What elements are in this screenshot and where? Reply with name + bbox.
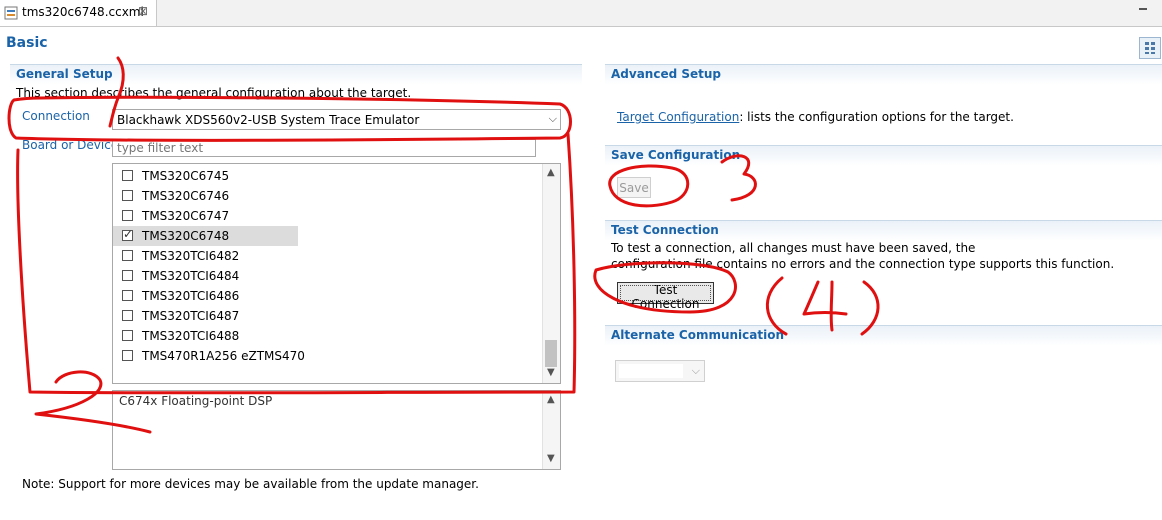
alternate-communication-select[interactable]: ⌵ bbox=[615, 360, 705, 382]
alternate-communication-title: Alternate Communication bbox=[611, 328, 784, 342]
device-checkbox[interactable] bbox=[122, 290, 133, 301]
editor-tab[interactable]: tms320c6748.ccxml ⊠ bbox=[0, 0, 157, 26]
device-label: TMS320TCI6487 bbox=[142, 309, 240, 323]
target-configuration-link[interactable]: Target Configuration bbox=[617, 110, 739, 124]
layout-toggle-button[interactable] bbox=[1139, 37, 1161, 59]
target-configuration-suffix: : lists the configuration options for th… bbox=[739, 110, 1014, 124]
device-support-note: Note: Support for more devices may be av… bbox=[22, 477, 479, 491]
description-scrollbar[interactable]: ▲ ▼ bbox=[542, 391, 560, 469]
device-list-item[interactable]: TMS320C6747 bbox=[113, 206, 298, 226]
device-label: TMS320C6747 bbox=[142, 209, 230, 223]
device-list-item[interactable]: TMS320TCI6486 bbox=[113, 286, 298, 306]
device-checkbox[interactable] bbox=[122, 350, 133, 361]
device-filter-input[interactable] bbox=[112, 139, 536, 157]
scroll-down-icon[interactable]: ▼ bbox=[547, 453, 555, 464]
connection-value: Blackhawk XDS560v2-USB System Trace Emul… bbox=[117, 113, 420, 127]
device-label: TMS320C6748 bbox=[142, 229, 230, 243]
device-checkbox[interactable] bbox=[122, 310, 133, 321]
target-config-file-icon bbox=[4, 6, 18, 20]
chevron-down-icon: ⌵ bbox=[691, 364, 700, 377]
general-setup-description: This section describes the general confi… bbox=[16, 86, 412, 100]
test-connection-button[interactable]: Test Connection bbox=[617, 282, 714, 311]
board-or-device-label: Board or Device bbox=[22, 138, 119, 152]
save-configuration-title: Save Configuration bbox=[611, 148, 741, 162]
device-description: C674x Floating-point DSP bbox=[119, 394, 273, 408]
scroll-up-icon[interactable]: ▲ bbox=[547, 167, 555, 178]
device-list-item[interactable]: TMS320TCI6487 bbox=[113, 306, 298, 326]
device-checkbox[interactable] bbox=[122, 190, 133, 201]
device-label: TMS320TCI6484 bbox=[142, 269, 240, 283]
editor-tab-strip: tms320c6748.ccxml ⊠ bbox=[0, 0, 1162, 27]
device-list-scrollbar[interactable]: ▲ ▼ bbox=[542, 164, 560, 383]
annotation-number-4 bbox=[802, 280, 848, 332]
device-label: TMS320C6745 bbox=[142, 169, 230, 183]
minimize-icon[interactable] bbox=[1136, 3, 1150, 17]
scroll-up-icon[interactable]: ▲ bbox=[547, 394, 555, 405]
connection-label: Connection bbox=[22, 109, 90, 123]
device-list-item[interactable]: TMS320TCI6482 bbox=[113, 246, 298, 266]
tab-title: tms320c6748.ccxml bbox=[22, 5, 144, 19]
device-label: TMS320TCI6488 bbox=[142, 329, 240, 343]
connection-select[interactable]: Blackhawk XDS560v2-USB System Trace Emul… bbox=[112, 109, 561, 130]
device-list-item[interactable]: TMS320TCI6484 bbox=[113, 266, 298, 286]
device-label: TMS320TCI6486 bbox=[142, 289, 240, 303]
test-connection-title: Test Connection bbox=[611, 223, 719, 237]
device-list[interactable]: TMS320C6745 TMS320C6746 TMS320C6747 TMS320C… bbox=[112, 163, 561, 384]
advanced-setup-title: Advanced Setup bbox=[611, 67, 722, 81]
device-checkbox[interactable] bbox=[122, 170, 133, 181]
alternate-communication-value bbox=[619, 364, 683, 378]
device-list-item[interactable]: TMS320TCI6488 bbox=[113, 326, 298, 346]
chevron-down-icon: ⌵ bbox=[548, 112, 557, 125]
device-label: TMS320C6746 bbox=[142, 189, 230, 203]
close-icon[interactable]: ⊠ bbox=[138, 4, 148, 18]
device-label: TMS320TCI6482 bbox=[142, 249, 240, 263]
layout-icon bbox=[1145, 42, 1155, 54]
device-checkbox[interactable] bbox=[122, 270, 133, 281]
device-list-item[interactable]: TMS320C6745 bbox=[113, 166, 298, 186]
test-connection-desc-line2: configuration file contains no errors an… bbox=[611, 257, 1115, 271]
scroll-down-icon[interactable]: ▼ bbox=[547, 367, 555, 378]
device-list-item[interactable]: TMS470R1A256 eZTMS470 bbox=[113, 346, 305, 366]
device-checkbox[interactable] bbox=[122, 227, 133, 241]
device-list-item[interactable]: TMS320C6748 bbox=[113, 226, 298, 246]
page-title: Basic bbox=[6, 35, 48, 51]
device-checkbox[interactable] bbox=[122, 210, 133, 221]
device-checkbox[interactable] bbox=[122, 330, 133, 341]
device-description-box[interactable]: C674x Floating-point DSP ▲ ▼ bbox=[112, 390, 561, 470]
device-label: TMS470R1A256 eZTMS470 bbox=[142, 349, 305, 363]
target-configuration-line: Target Configuration: lists the configur… bbox=[617, 110, 1014, 124]
save-button[interactable]: Save bbox=[617, 177, 651, 198]
device-list-item[interactable]: TMS320C6746 bbox=[113, 186, 298, 206]
scroll-thumb[interactable] bbox=[545, 340, 557, 367]
test-connection-desc-line1: To test a connection, all changes must h… bbox=[611, 241, 976, 255]
device-checkbox[interactable] bbox=[122, 250, 133, 261]
general-setup-title: General Setup bbox=[16, 67, 113, 81]
